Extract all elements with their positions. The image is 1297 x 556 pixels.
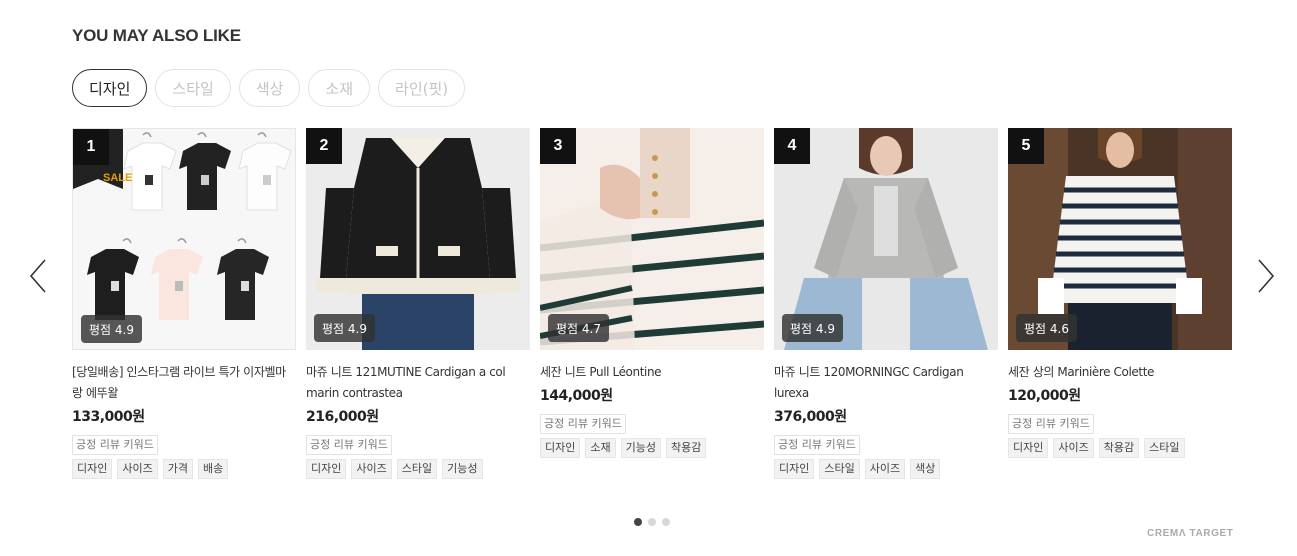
keyword-title: 긍정 리뷰 키워드: [72, 435, 158, 455]
section-title: YOU MAY ALSO LIKE: [72, 26, 241, 45]
keyword-chip: 사이즈: [117, 459, 158, 479]
rating-badge: 평점 4.7: [548, 314, 609, 342]
product-price: 216,000원: [306, 409, 379, 425]
pagination-dot[interactable]: [634, 518, 642, 526]
keyword-chip: 스타일: [819, 459, 860, 479]
rating-badge: 평점 4.9: [81, 315, 142, 343]
keyword-title: 긍정 리뷰 키워드: [1008, 414, 1094, 434]
keyword-chip: 스타일: [1144, 438, 1185, 458]
crema-target-logo: CREMΛ TARGET: [1147, 528, 1234, 539]
product-price: 376,000원: [774, 409, 847, 425]
keyword-chip: 디자인: [774, 459, 815, 479]
keyword-title: 긍정 리뷰 키워드: [774, 435, 860, 455]
product-image[interactable]: SALE 1 평점 4.9: [72, 128, 296, 350]
keyword-chip: 디자인: [306, 459, 347, 479]
carousel-prev-button[interactable]: [26, 256, 50, 296]
product-card[interactable]: 3 평점 4.7 세잔 니트 Pull Léontine 144,000원 긍정…: [540, 128, 764, 458]
carousel-next-button[interactable]: [1254, 256, 1278, 296]
keyword-chip: 디자인: [72, 459, 113, 479]
keyword-list: 디자인 사이즈 가격 배송: [72, 459, 296, 479]
keyword-title: 긍정 리뷰 키워드: [306, 435, 392, 455]
product-card[interactable]: 4 평점 4.9 마쥬 니트 120MORNINGC Cardigan lure…: [774, 128, 998, 479]
keyword-list: 디자인 사이즈 착용감 스타일: [1008, 438, 1232, 458]
product-card[interactable]: SALE 1 평점 4.9 [당일배송] 인스타그램 라이브 특가 이자벨마랑 …: [72, 128, 296, 479]
keyword-list: 디자인 스타일 사이즈 색상: [774, 459, 998, 479]
chevron-left-icon: [29, 259, 46, 293]
keyword-chip: 가격: [162, 459, 193, 479]
product-card[interactable]: 5 평점 4.6 세잔 상의 Marinière Colette 120,000…: [1008, 128, 1232, 458]
product-price: 144,000원: [540, 388, 613, 404]
product-card[interactable]: 2 평점 4.9 마쥬 니트 121MUTINE Cardigan a col …: [306, 128, 530, 479]
rating-badge: 평점 4.9: [782, 314, 843, 342]
keyword-chip: 착용감: [666, 438, 707, 458]
chevron-right-icon: [1258, 259, 1275, 293]
product-name[interactable]: 마쥬 니트 121MUTINE Cardigan a col marin con…: [306, 362, 530, 404]
keyword-chip: 배송: [198, 459, 229, 479]
product-price: 120,000원: [1008, 388, 1081, 404]
keyword-chip: 착용감: [1098, 438, 1140, 458]
keyword-chip: 소재: [585, 438, 616, 458]
carousel-pagination: [634, 518, 670, 526]
filter-tab-style[interactable]: 스타일: [155, 69, 231, 107]
product-name[interactable]: 세잔 상의 Marinière Colette: [1008, 362, 1232, 383]
pagination-dot[interactable]: [648, 518, 656, 526]
product-name[interactable]: 마쥬 니트 120MORNINGC Cardigan lurexa: [774, 362, 998, 404]
product-image[interactable]: 2 평점 4.9: [306, 128, 530, 350]
keyword-chip: 기능성: [442, 459, 483, 479]
product-image[interactable]: 4 평점 4.9: [774, 128, 998, 350]
keyword-chip: 스타일: [396, 459, 438, 479]
rank-badge: 5: [1008, 128, 1044, 164]
filter-tabs: 디자인 스타일 색상 소재 라인(핏): [72, 69, 466, 107]
keyword-chip: 디자인: [1008, 438, 1049, 458]
rank-badge: 2: [306, 128, 342, 164]
product-image[interactable]: 5 평점 4.6: [1008, 128, 1232, 350]
rank-badge: 3: [540, 128, 576, 164]
keyword-list: 디자인 소재 기능성 착용감: [540, 438, 764, 458]
keyword-chip: 사이즈: [351, 459, 392, 479]
keyword-chip: 기능성: [620, 438, 661, 458]
keyword-title: 긍정 리뷰 키워드: [540, 414, 626, 434]
product-name[interactable]: [당일배송] 인스타그램 라이브 특가 이자벨마랑 에뚜왈: [72, 362, 296, 404]
filter-tab-material[interactable]: 소재: [308, 69, 371, 107]
sale-badge-text: SALE: [103, 172, 132, 184]
keyword-chip: 사이즈: [864, 459, 906, 479]
product-carousel: SALE 1 평점 4.9 [당일배송] 인스타그램 라이브 특가 이자벨마랑 …: [72, 128, 1232, 498]
filter-tab-design[interactable]: 디자인: [72, 69, 148, 107]
product-image[interactable]: 3 평점 4.7: [540, 128, 764, 350]
rank-badge: 4: [774, 128, 810, 164]
rank-badge: 1: [73, 129, 109, 165]
rating-badge: 평점 4.6: [1016, 314, 1077, 342]
product-name[interactable]: 세잔 니트 Pull Léontine: [540, 362, 764, 383]
keyword-chip: 색상: [910, 459, 941, 479]
keyword-list: 디자인 사이즈 스타일 기능성: [306, 459, 530, 479]
keyword-chip: 사이즈: [1053, 438, 1094, 458]
product-price: 133,000원: [72, 409, 145, 425]
filter-tab-color[interactable]: 색상: [238, 69, 301, 107]
keyword-chip: 디자인: [540, 438, 581, 458]
filter-tab-fit[interactable]: 라인(핏): [378, 69, 466, 107]
rating-badge: 평점 4.9: [314, 314, 375, 342]
pagination-dot[interactable]: [662, 518, 670, 526]
